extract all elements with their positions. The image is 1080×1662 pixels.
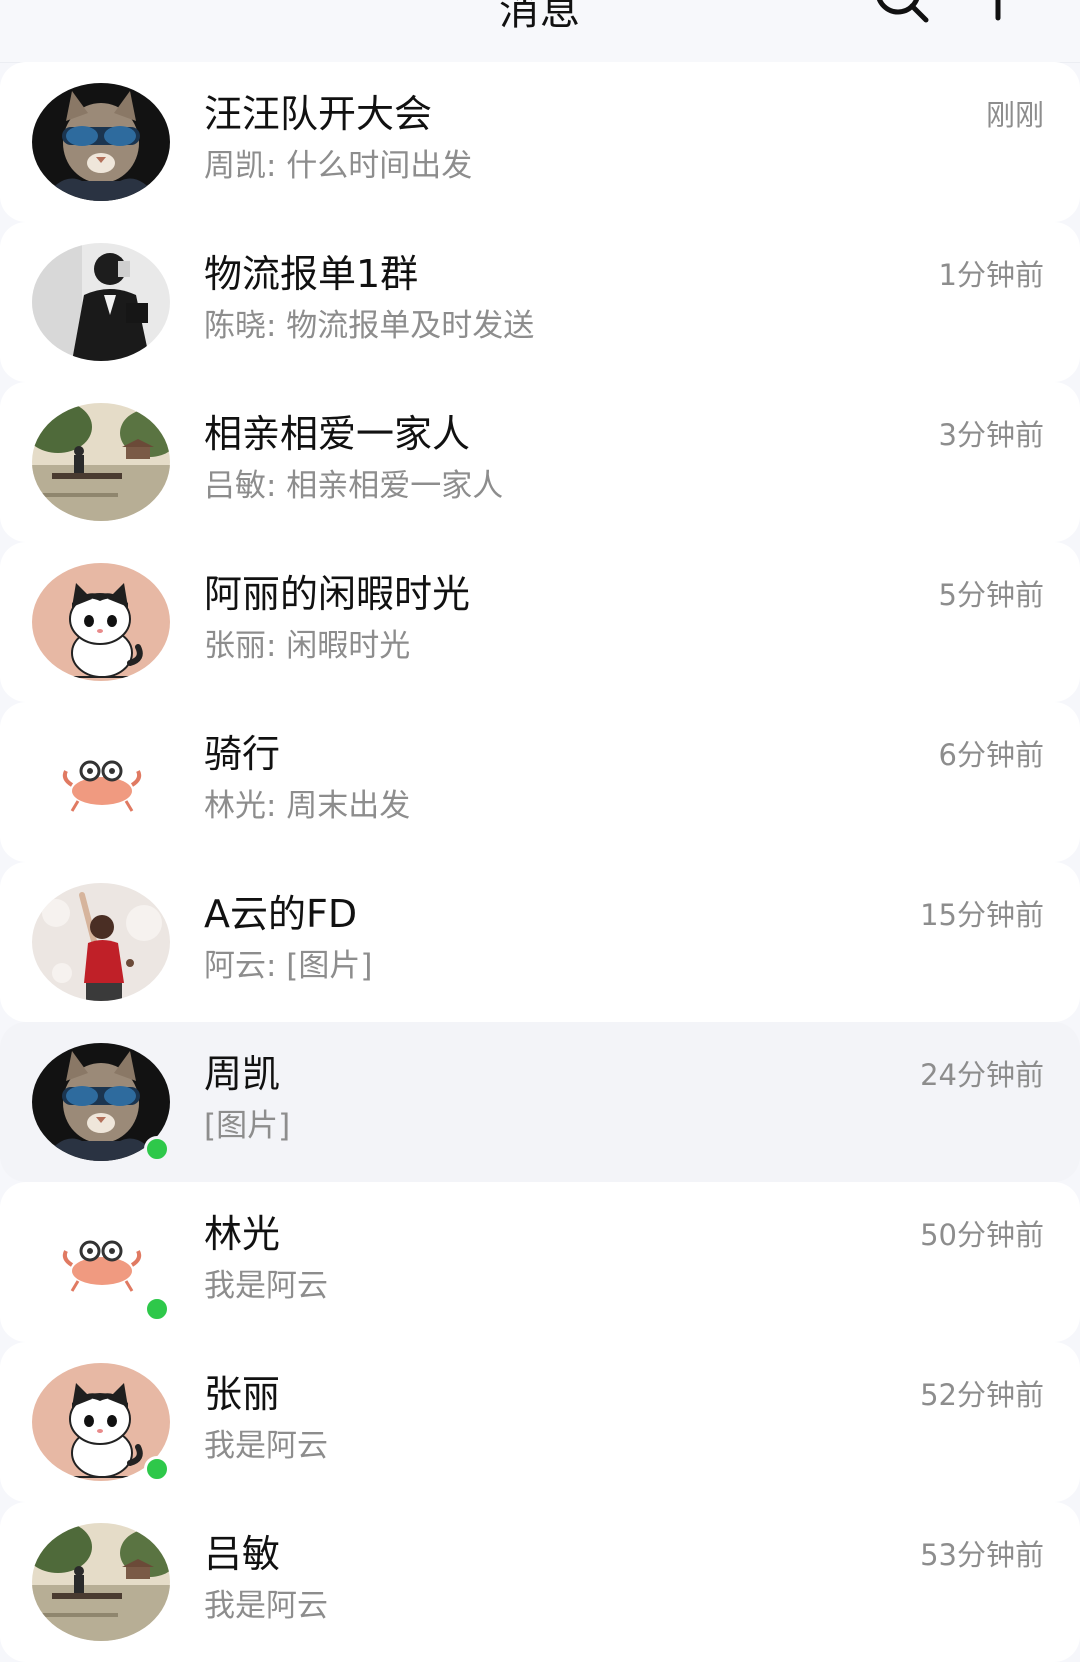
search-icon — [870, 0, 934, 28]
conversation-row[interactable]: A云的FD 阿云: [图片] 15分钟前 — [0, 862, 1080, 1022]
conversation-name: 物流报单1群 — [204, 252, 419, 296]
message-preview: 我是阿云 — [204, 1588, 328, 1624]
message-preview: 吕敏: 相亲相爱一家人 — [204, 468, 504, 504]
top-bar: 消息 — [0, 0, 1080, 63]
online-status-dot — [144, 1296, 170, 1322]
online-status-dot — [144, 1456, 170, 1482]
crab-avatar — [32, 723, 170, 841]
cat-sunglasses-avatar — [32, 83, 170, 201]
conversation-row[interactable]: 林光 我是阿云 50分钟前 — [0, 1182, 1080, 1342]
conversation-list: 汪汪队开大会 周凯: 什么时间出发 刚刚 物流报单1群 陈晓: 物流报单及时发送… — [0, 62, 1080, 1662]
message-preview: 张丽: 闲暇时光 — [204, 628, 411, 664]
conversation-row[interactable]: 汪汪队开大会 周凯: 什么时间出发 刚刚 — [0, 62, 1080, 222]
message-time: 刚刚 — [985, 98, 1044, 132]
message-time: 52分钟前 — [920, 1378, 1044, 1412]
lake-scenery-avatar — [32, 403, 170, 521]
conversation-row[interactable]: 周凯 [图片] 24分钟前 — [0, 1022, 1080, 1182]
conversation-name: 张丽 — [204, 1372, 281, 1416]
plus-icon — [968, 0, 1032, 28]
message-time: 15分钟前 — [920, 898, 1044, 932]
message-time: 6分钟前 — [938, 738, 1044, 772]
message-time: 1分钟前 — [938, 258, 1044, 292]
conversation-name: 吕敏 — [204, 1532, 281, 1576]
conversation-name: 阿丽的闲暇时光 — [204, 572, 471, 616]
online-status-dot — [144, 1136, 170, 1162]
message-time: 24分钟前 — [920, 1058, 1044, 1092]
message-preview: 我是阿云 — [204, 1268, 328, 1304]
message-preview: 周凯: 什么时间出发 — [204, 148, 473, 184]
conversation-name: 相亲相爱一家人 — [204, 412, 471, 456]
message-time: 50分钟前 — [920, 1218, 1044, 1252]
message-preview: 阿云: [图片] — [204, 948, 373, 984]
conversation-row[interactable]: 吕敏 我是阿云 53分钟前 — [0, 1502, 1080, 1662]
man-suit-avatar — [32, 243, 170, 361]
add-button[interactable] — [968, 0, 1032, 28]
message-time: 53分钟前 — [920, 1538, 1044, 1572]
message-time: 3分钟前 — [938, 418, 1044, 452]
lake-scenery-avatar — [32, 1523, 170, 1641]
conversation-row[interactable]: 阿丽的闲暇时光 张丽: 闲暇时光 5分钟前 — [0, 542, 1080, 702]
cartoon-cat-avatar — [32, 563, 170, 681]
conversation-name: 周凯 — [204, 1052, 281, 1096]
conversation-row[interactable]: 物流报单1群 陈晓: 物流报单及时发送 1分钟前 — [0, 222, 1080, 382]
message-time: 5分钟前 — [938, 578, 1044, 612]
message-preview: 林光: 周末出发 — [204, 788, 411, 824]
message-preview: [图片] — [204, 1108, 291, 1144]
conversation-name: 骑行 — [204, 732, 281, 776]
conversation-row[interactable]: 相亲相爱一家人 吕敏: 相亲相爱一家人 3分钟前 — [0, 382, 1080, 542]
message-preview: 我是阿云 — [204, 1428, 328, 1464]
girl-red-sweater-avatar — [32, 883, 170, 1001]
conversation-name: 林光 — [204, 1212, 281, 1256]
search-button[interactable] — [870, 0, 934, 28]
conversation-name: 汪汪队开大会 — [204, 92, 433, 136]
conversation-name: A云的FD — [204, 892, 358, 936]
conversation-row[interactable]: 张丽 我是阿云 52分钟前 — [0, 1342, 1080, 1502]
message-preview: 陈晓: 物流报单及时发送 — [204, 308, 535, 344]
conversation-row[interactable]: 骑行 林光: 周末出发 6分钟前 — [0, 702, 1080, 862]
